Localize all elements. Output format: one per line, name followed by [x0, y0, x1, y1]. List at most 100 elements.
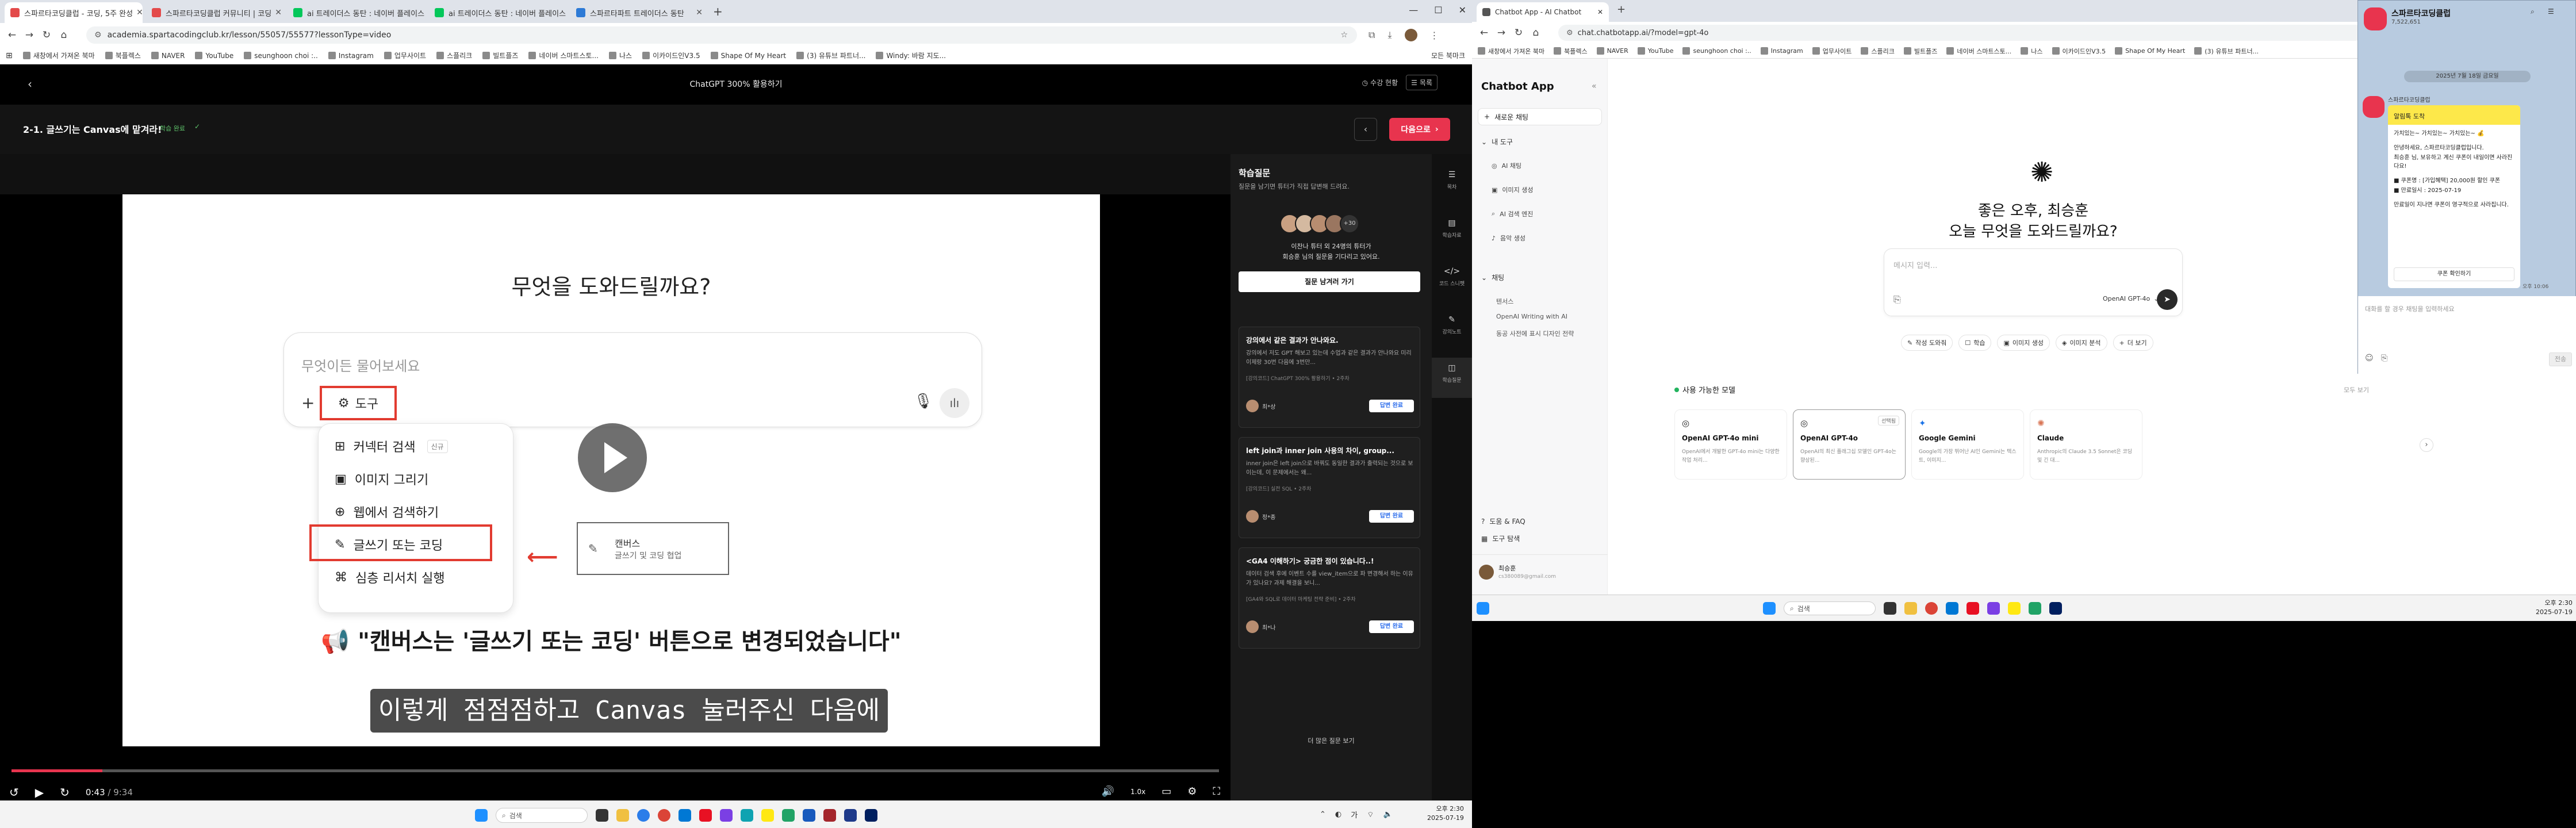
- bookmark-item[interactable]: 업무사이트: [1812, 47, 1851, 56]
- help-faq-link[interactable]: ? 도움 & FAQ: [1481, 516, 1525, 526]
- taskbar-search[interactable]: ⌕ 검색: [496, 808, 588, 823]
- bookmark-item[interactable]: 이카이드인V3.5: [2052, 47, 2106, 56]
- all-bookmarks[interactable]: 모든 북마크: [1431, 51, 1465, 60]
- kakao-menu-icon[interactable]: ☰: [2548, 7, 2554, 16]
- close-tab-icon[interactable]: ✕: [271, 8, 282, 17]
- close-window-button[interactable]: ✕: [1459, 5, 1466, 16]
- close-tab-icon[interactable]: ✕: [133, 8, 143, 17]
- bookmark-item[interactable]: 이카이드인V3.5: [642, 51, 700, 60]
- browser-tab[interactable]: ai 트레이더스 동탄 : 네이버 플레이스✕: [288, 2, 425, 23]
- qa-post-card[interactable]: <GA4 이해하기> 궁금한 점이 있습니다..! 데이터 검색 후에 이벤트 수…: [1239, 547, 1420, 649]
- bookmark-star-icon[interactable]: ☆: [1340, 30, 1348, 40]
- bookmark-item[interactable]: 스플리크: [1861, 47, 1895, 56]
- reload-icon[interactable]: ↻: [1510, 27, 1527, 39]
- bookmark-item[interactable]: (3) 유튜브 파트너...: [796, 51, 865, 60]
- mail-icon[interactable]: [1946, 602, 1958, 615]
- tool-item[interactable]: ◎ AI 채팅: [1492, 161, 1521, 170]
- app-icon[interactable]: [741, 809, 753, 822]
- bookmark-item[interactable]: 스플리크: [436, 51, 472, 60]
- wifi-icon[interactable]: ⌔: [1367, 810, 1374, 819]
- models-view-all[interactable]: 모두 보기: [2344, 385, 2369, 394]
- app-icon[interactable]: [699, 809, 712, 822]
- minimize-window-button[interactable]: —: [1409, 5, 1418, 16]
- forward-icon[interactable]: →: [21, 29, 38, 41]
- bookmark-item[interactable]: 새창에서 가져온 북마: [1478, 47, 1544, 56]
- collapse-sidebar-icon[interactable]: «: [1592, 82, 1597, 91]
- suggestion-chip[interactable]: ▣ 이미지 생성: [1997, 335, 2050, 351]
- volume-icon[interactable]: 🔊: [1102, 785, 1114, 798]
- taskbar-clock[interactable]: 오후 2:30 2025-07-19: [1427, 804, 1464, 823]
- download-icon[interactable]: ⤓: [1387, 29, 1392, 41]
- bookmark-item[interactable]: 북플렉스: [1554, 47, 1588, 56]
- prev-lesson-button[interactable]: ‹: [1354, 118, 1377, 141]
- models-next-icon[interactable]: ›: [2420, 438, 2433, 452]
- chat-history-item[interactable]: 텐서스: [1496, 297, 1513, 306]
- excel-icon[interactable]: [2029, 602, 2041, 615]
- fullscreen-icon[interactable]: ⛶: [1213, 785, 1220, 798]
- bookmark-item[interactable]: Instagram: [328, 52, 374, 60]
- toc-button[interactable]: ☰ 목록: [1406, 75, 1438, 90]
- file-explorer-icon[interactable]: [1904, 602, 1917, 615]
- bookmark-item[interactable]: 나스: [2021, 47, 2043, 56]
- tool-tour-link[interactable]: ▦ 도구 탐색: [1481, 534, 1520, 543]
- bookmark-item[interactable]: Shape Of My Heart: [710, 52, 786, 60]
- chrome-icon[interactable]: [1925, 602, 1938, 615]
- windows-start-icon[interactable]: [475, 809, 488, 822]
- model-card[interactable]: ✦ Google Gemini Google의 가장 뛰어난 AI인 Gemini는…: [1911, 409, 2024, 480]
- excel-icon[interactable]: [782, 809, 795, 822]
- bookmark-item[interactable]: Windy: 바람 지도...: [876, 51, 946, 60]
- windows-start-icon[interactable]: [1763, 602, 1776, 615]
- rail-item[interactable]: ✎ 강의노트: [1432, 309, 1472, 335]
- tool-item[interactable]: ▣ 이미지 생성: [1492, 185, 1534, 194]
- more-questions-link[interactable]: 더 많은 질문 보기: [1230, 736, 1432, 745]
- kakaotalk-icon[interactable]: [761, 809, 774, 822]
- browser-tab[interactable]: 스파르타파트 트레이더스 동탄 ✕: [570, 2, 708, 23]
- tool-item[interactable]: ⌕ AI 검색 엔진: [1492, 209, 1533, 218]
- suggestion-chip[interactable]: ☐ 학습: [1958, 335, 1992, 351]
- chat-input-box[interactable]: 메시지 입력... ⎘ OpenAI GPT-4o ⌄ ➤: [1884, 248, 2183, 316]
- captions-icon[interactable]: ▭: [1162, 785, 1171, 798]
- bookmark-item[interactable]: seunghoon choi :..: [1682, 47, 1751, 55]
- home-icon[interactable]: ⌂: [1527, 27, 1544, 39]
- attach-icon[interactable]: ⎘: [1893, 294, 1901, 305]
- bookmark-item[interactable]: 북플렉스: [105, 51, 141, 60]
- site-info-icon[interactable]: ⚙: [94, 30, 102, 40]
- chat-history-item[interactable]: OpenAI Writing with AI: [1496, 313, 1567, 320]
- file-explorer-icon[interactable]: [616, 809, 629, 822]
- close-tab-icon[interactable]: ✕: [566, 8, 567, 17]
- speed-button[interactable]: 1.0x: [1130, 788, 1145, 796]
- widgets-icon[interactable]: [1477, 602, 1489, 615]
- address-bar[interactable]: ⚙ academia.spartacodingclub.kr/lesson/55…: [86, 26, 1357, 44]
- video-progress-track[interactable]: [12, 769, 1219, 772]
- forward-icon[interactable]: →: [1493, 27, 1510, 39]
- rewind-10-icon[interactable]: ↺: [9, 785, 19, 799]
- close-tab-icon[interactable]: ✕: [424, 8, 425, 17]
- back-icon[interactable]: ←: [1475, 27, 1493, 39]
- bookmark-item[interactable]: 빌트플즈: [1903, 47, 1937, 56]
- rail-item[interactable]: ☰ 목차: [1432, 164, 1472, 190]
- taskbar-search[interactable]: ⌕ 검색: [1784, 601, 1876, 615]
- suggestion-chip[interactable]: ◈ 이미지 분석: [2055, 335, 2107, 351]
- bookmark-item[interactable]: 나스: [609, 51, 632, 60]
- bookmark-item[interactable]: 네이버 스마트스토...: [528, 51, 599, 60]
- model-card[interactable]: ◎ OpenAI GPT-4o mini OpenAI에서 개발한 GPT-4o m…: [1674, 409, 1787, 480]
- bookmark-item[interactable]: 빌트플즈: [482, 51, 518, 60]
- site-info-icon[interactable]: ⚙: [1566, 29, 1573, 37]
- bookmark-item[interactable]: 업무사이트: [384, 51, 426, 60]
- bookmark-item[interactable]: (3) 유튜브 파트너...: [2194, 47, 2259, 56]
- my-tools-header[interactable]: ⌄ 내 도구: [1481, 137, 1513, 147]
- kakao-input-area[interactable]: 대화를 할 경우 채팅을 입력하세요 ☺ ⎘ 전송: [2358, 296, 2576, 374]
- next-lesson-button[interactable]: 다음으로 ›: [1389, 118, 1450, 141]
- task-view-icon[interactable]: [1884, 602, 1896, 615]
- settings-gear-icon[interactable]: ⚙: [1187, 785, 1197, 798]
- rail-item[interactable]: ▤ 학습자료: [1432, 213, 1472, 239]
- forward-10-icon[interactable]: ↻: [60, 785, 70, 799]
- model-select[interactable]: OpenAI GPT-4o ⌄: [2103, 295, 2159, 302]
- app-icon[interactable]: [720, 809, 733, 822]
- coupon-check-button[interactable]: 쿠폰 확인하기: [2394, 267, 2514, 281]
- ppt-icon[interactable]: [823, 809, 836, 822]
- edge-icon[interactable]: [637, 809, 650, 822]
- apps-icon[interactable]: ⊞: [6, 51, 13, 60]
- extensions-icon[interactable]: ⧉: [1368, 29, 1375, 41]
- rail-item[interactable]: ◫ 학습질문: [1432, 358, 1472, 398]
